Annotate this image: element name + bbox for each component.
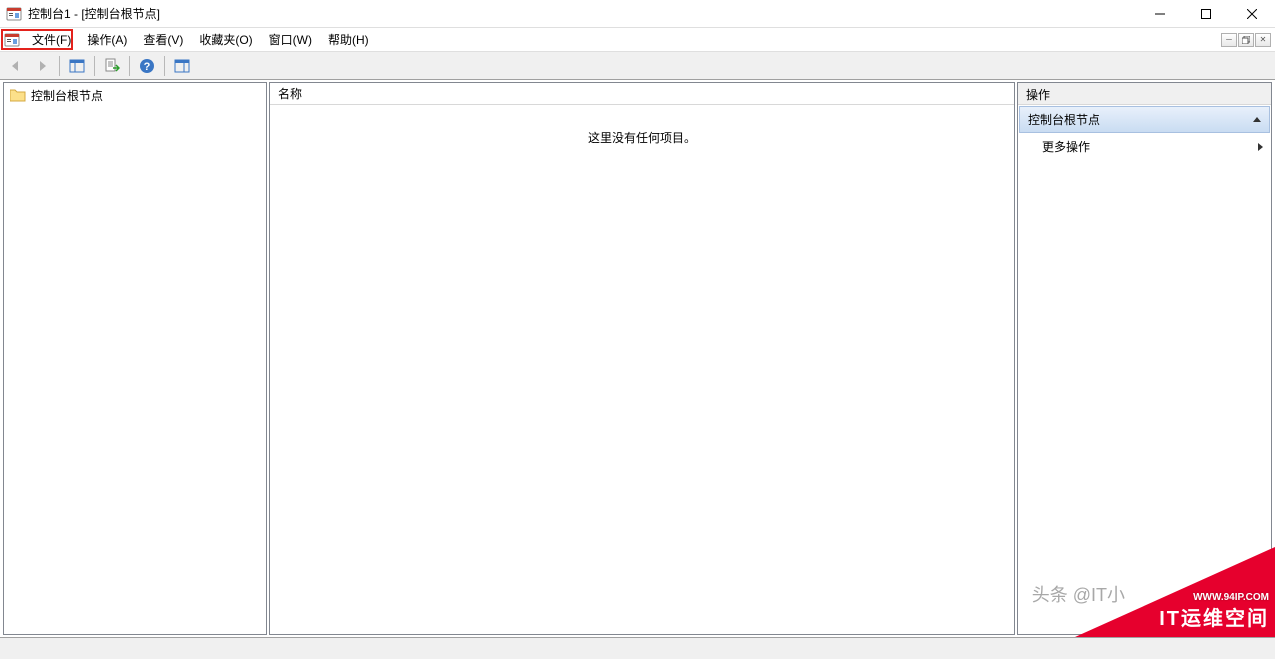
show-hide-action-pane-button[interactable] [170, 54, 194, 78]
column-name[interactable]: 名称 [270, 82, 310, 105]
watermark-main: IT运维空间 [1159, 602, 1269, 631]
toolbar-separator [164, 56, 165, 76]
tree-panel: 控制台根节点 [3, 82, 267, 635]
tree-root-node[interactable]: 控制台根节点 [6, 85, 264, 105]
submenu-icon [1258, 143, 1263, 151]
toolbar-separator [94, 56, 95, 76]
menu-action[interactable]: 操作(A) [79, 28, 135, 51]
mdi-icon [4, 32, 20, 48]
maximize-button[interactable] [1183, 0, 1229, 28]
action-more-label: 更多操作 [1042, 138, 1090, 155]
menu-file[interactable]: 文件(F) [24, 28, 79, 51]
show-hide-tree-button[interactable] [65, 54, 89, 78]
menu-favorites[interactable]: 收藏夹(O) [191, 28, 260, 51]
menu-bar: 文件(F) 操作(A) 查看(V) 收藏夹(O) 窗口(W) 帮助(H) ─ ✕ [0, 28, 1275, 52]
list-panel: 名称 这里没有任何项目。 [269, 82, 1015, 635]
action-section-header[interactable]: 控制台根节点 [1019, 106, 1270, 133]
mdi-restore-button[interactable] [1238, 33, 1254, 47]
help-button[interactable]: ? [135, 54, 159, 78]
menu-view[interactable]: 查看(V) [135, 28, 191, 51]
back-button[interactable] [4, 54, 28, 78]
tree-root-label: 控制台根节点 [31, 87, 103, 104]
folder-icon [10, 88, 26, 102]
list-header: 名称 [270, 83, 1014, 105]
toolbar-separator [59, 56, 60, 76]
status-bar [0, 637, 1275, 659]
collapse-icon [1253, 117, 1261, 122]
close-button[interactable] [1229, 0, 1275, 28]
toolbar: ? [0, 52, 1275, 80]
forward-button[interactable] [30, 54, 54, 78]
svg-text:?: ? [144, 61, 151, 73]
app-icon [6, 6, 22, 22]
export-list-button[interactable] [100, 54, 124, 78]
actions-header: 操作 [1018, 83, 1271, 105]
mdi-minimize-button[interactable]: ─ [1221, 33, 1237, 47]
menu-help[interactable]: 帮助(H) [320, 28, 377, 51]
action-more[interactable]: 更多操作 [1018, 133, 1271, 160]
list-body: 这里没有任何项目。 [270, 105, 1014, 634]
window-controls [1137, 0, 1275, 27]
toolbar-separator [129, 56, 130, 76]
minimize-button[interactable] [1137, 0, 1183, 28]
menu-window[interactable]: 窗口(W) [261, 28, 320, 51]
mdi-controls: ─ ✕ [1221, 33, 1273, 47]
window-title: 控制台1 - [控制台根节点] [28, 5, 1137, 22]
mdi-close-button[interactable]: ✕ [1255, 33, 1271, 47]
empty-message: 这里没有任何项目。 [588, 129, 696, 146]
action-section-label: 控制台根节点 [1028, 111, 1100, 128]
title-bar: 控制台1 - [控制台根节点] [0, 0, 1275, 28]
